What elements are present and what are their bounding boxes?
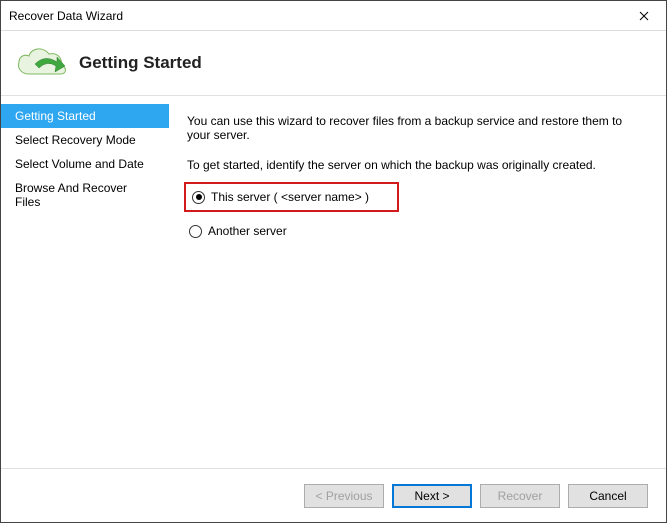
radio-option-this-server[interactable]: This server ( <server name> ) [190, 186, 369, 208]
close-button[interactable] [621, 1, 666, 31]
sidebar-item-label: Select Recovery Mode [15, 133, 136, 147]
radio-icon [192, 191, 205, 204]
cancel-button[interactable]: Cancel [568, 484, 648, 508]
recover-button[interactable]: Recover [480, 484, 560, 508]
page-title: Getting Started [79, 53, 202, 73]
sidebar-item-label: Getting Started [15, 109, 96, 123]
wizard-body: Getting Started Select Recovery Mode Sel… [1, 96, 666, 468]
sidebar-item-recovery-mode[interactable]: Select Recovery Mode [1, 128, 169, 152]
wizard-window: Recover Data Wizard Getting Started Gett… [0, 0, 667, 523]
wizard-header: Getting Started [1, 31, 666, 96]
next-button[interactable]: Next > [392, 484, 472, 508]
wizard-footer: < Previous Next > Recover Cancel [1, 468, 666, 522]
sidebar-item-label: Select Volume and Date [15, 157, 144, 171]
close-icon [639, 11, 649, 21]
subhead-text: To get started, identify the server on w… [187, 158, 648, 172]
highlight-annotation: This server ( <server name> ) [184, 182, 399, 212]
radio-label: This server ( <server name> ) [211, 190, 369, 204]
window-title: Recover Data Wizard [9, 9, 123, 23]
sidebar-item-browse-recover[interactable]: Browse And Recover Files [1, 176, 169, 214]
sidebar-item-volume-date[interactable]: Select Volume and Date [1, 152, 169, 176]
sidebar-item-getting-started[interactable]: Getting Started [1, 104, 169, 128]
main-panel: You can use this wizard to recover files… [169, 96, 666, 468]
radio-icon [189, 225, 202, 238]
cloud-recover-icon [15, 44, 65, 82]
sidebar: Getting Started Select Recovery Mode Sel… [1, 96, 169, 468]
sidebar-item-label: Browse And Recover Files [15, 181, 127, 209]
radio-label: Another server [208, 224, 287, 238]
titlebar: Recover Data Wizard [1, 1, 666, 31]
intro-text: You can use this wizard to recover files… [187, 114, 648, 142]
previous-button[interactable]: < Previous [304, 484, 384, 508]
radio-option-another-server[interactable]: Another server [187, 220, 648, 242]
